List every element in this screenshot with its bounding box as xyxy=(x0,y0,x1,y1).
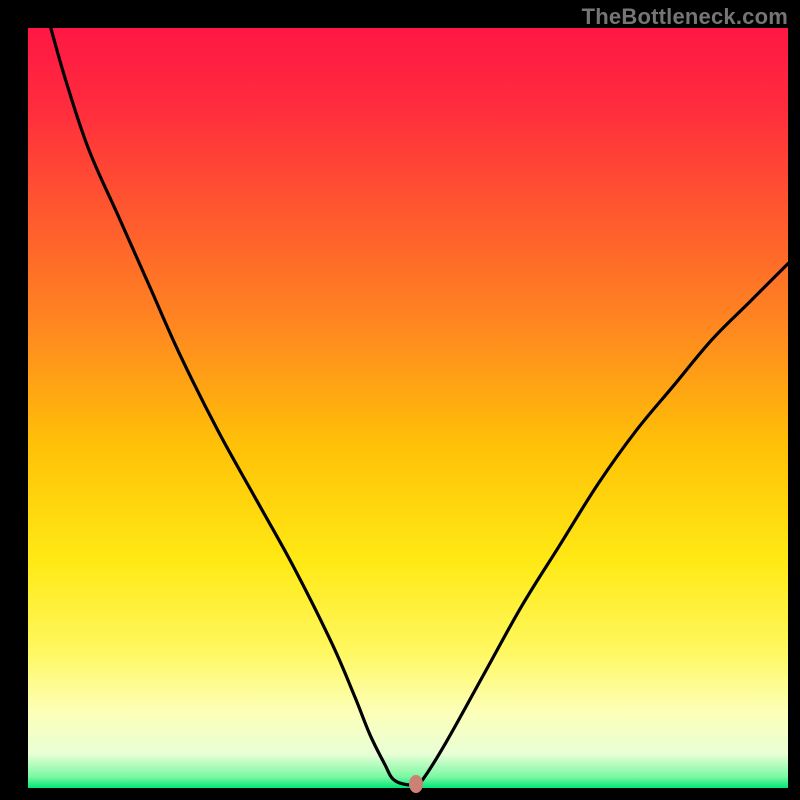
watermark-text: TheBottleneck.com xyxy=(582,4,788,30)
gradient-background xyxy=(28,28,788,788)
optimal-point-marker xyxy=(409,775,423,793)
chart-container: TheBottleneck.com xyxy=(0,0,800,800)
bottleneck-chart xyxy=(0,0,800,800)
